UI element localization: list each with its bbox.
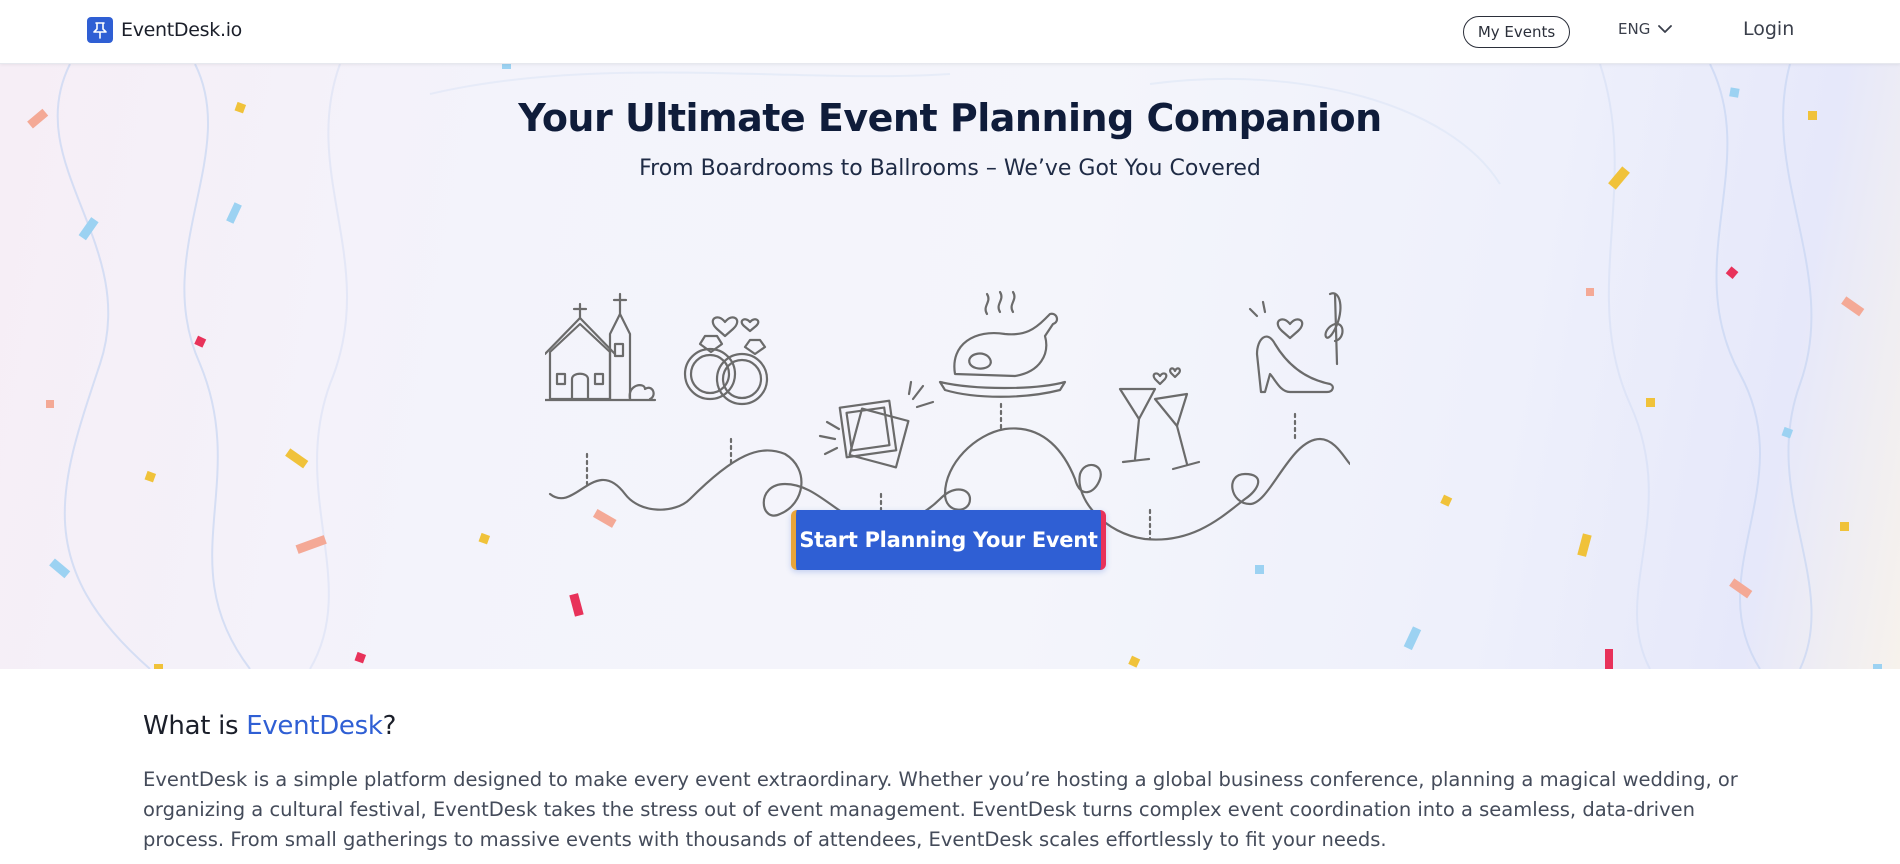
login-link[interactable]: Login <box>1743 18 1794 40</box>
event-journey-illustration <box>545 290 1350 541</box>
high-heel-music-icon <box>1248 292 1344 394</box>
my-events-button[interactable]: My Events <box>1463 16 1570 48</box>
about-heading-brand: EventDesk <box>246 711 383 741</box>
about-heading-suffix: ? <box>382 711 397 741</box>
cocktail-glasses-icon <box>1118 367 1201 471</box>
about-section: What is EventDesk? EventDesk is a simple… <box>0 669 1900 864</box>
about-description: EventDesk is a simple platform designed … <box>143 768 1738 851</box>
wedding-rings-icon <box>683 316 769 406</box>
start-planning-button[interactable]: Start Planning Your Event <box>791 510 1106 570</box>
brand-name: EventDesk.io <box>121 19 242 41</box>
chapel-icon <box>545 292 657 402</box>
top-navigation: EventDesk.io My Events ENG Login <box>0 0 1900 64</box>
about-heading-prefix: What is <box>143 711 247 741</box>
chevron-down-icon <box>1658 20 1673 38</box>
language-label: ENG <box>1618 20 1651 38</box>
hero-subtitle: From Boardrooms to Ballrooms – We’ve Got… <box>639 156 1261 181</box>
pushpin-icon <box>87 17 113 43</box>
language-selector[interactable]: ENG <box>1618 20 1673 38</box>
photo-frames-icon <box>818 380 935 469</box>
about-heading: What is EventDesk? <box>143 711 396 741</box>
hero-title: Your Ultimate Event Planning Companion <box>518 96 1382 140</box>
hero-section: Your Ultimate Event Planning Companion F… <box>0 64 1900 669</box>
roast-turkey-icon <box>938 290 1067 398</box>
brand-logo[interactable]: EventDesk.io <box>87 17 242 43</box>
